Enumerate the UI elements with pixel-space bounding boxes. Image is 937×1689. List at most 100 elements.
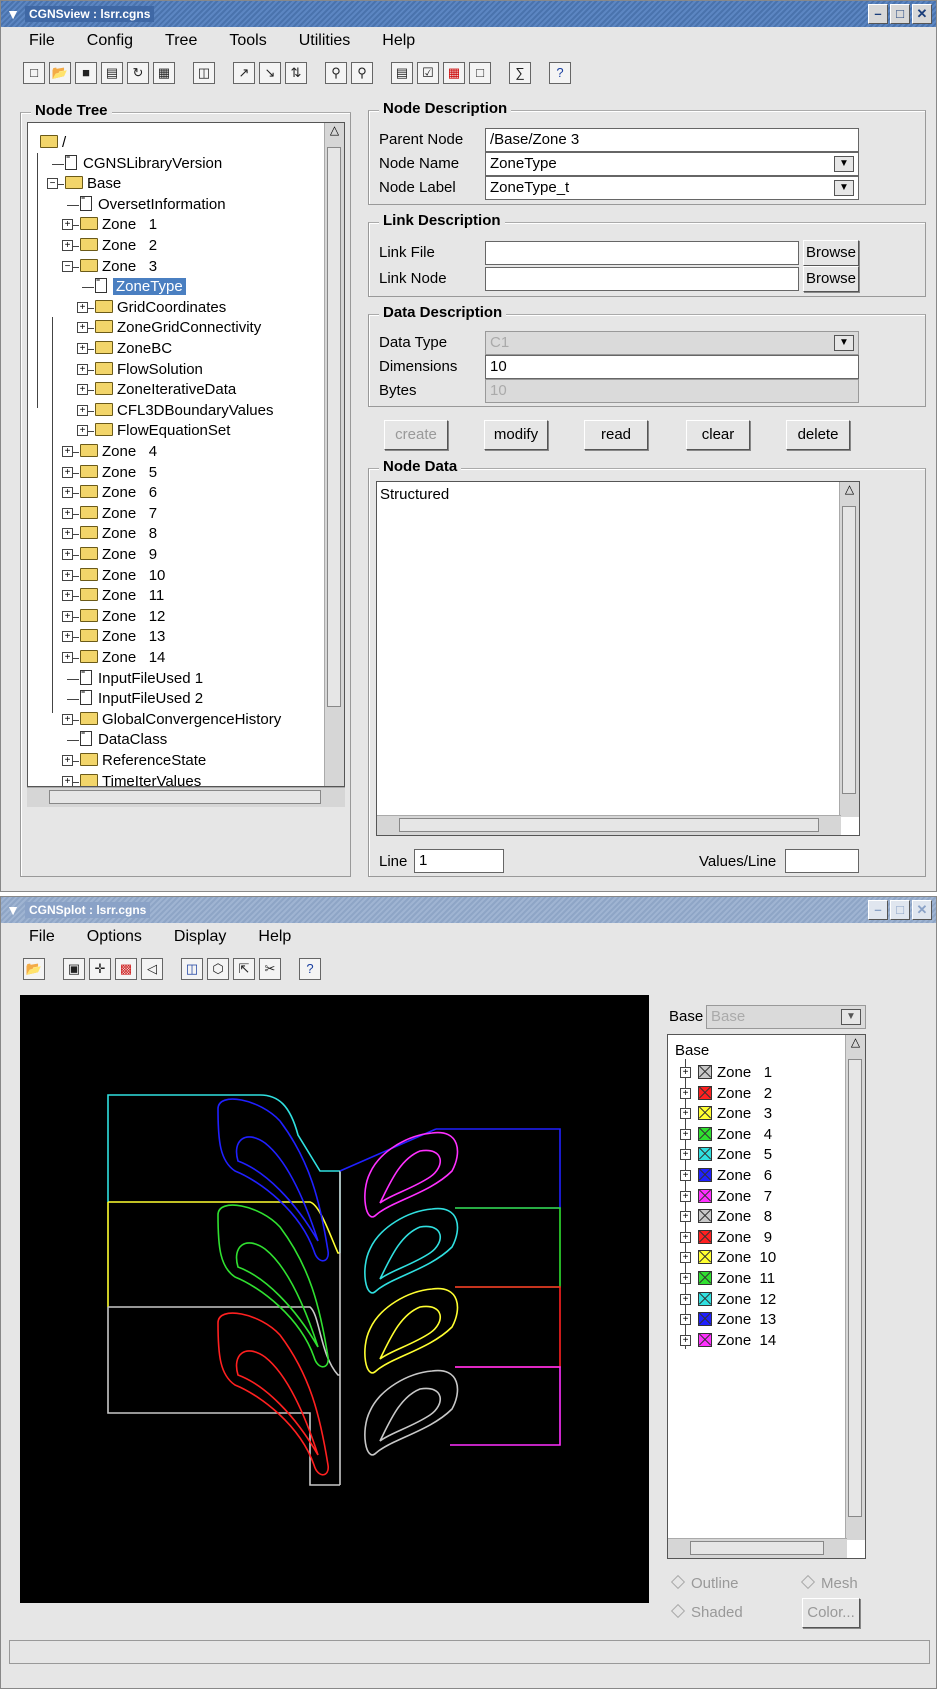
zone-color-swatch[interactable] — [698, 1106, 712, 1121]
zone-color-swatch[interactable] — [698, 1271, 712, 1285]
outline-radio[interactable]: Outline — [670, 1574, 739, 1592]
expand-icon[interactable]: + — [680, 1190, 691, 1202]
tree-node[interactable]: GlobalConvergenceHistory — [80, 710, 281, 730]
close-icon[interactable]: ✕ — [912, 900, 932, 920]
zone-tree-item[interactable]: Zone 6 — [698, 1166, 772, 1186]
collapse-icon[interactable]: − — [47, 178, 58, 190]
collapse-tree-icon[interactable]: ↘ — [259, 62, 281, 84]
cut-icon[interactable]: ✂ — [259, 958, 281, 980]
scroll-thumb[interactable] — [327, 147, 341, 707]
tree-node[interactable]: ZoneBC — [95, 339, 172, 359]
menu-tree[interactable]: Tree — [149, 32, 213, 50]
data-type-combo[interactable]: C1 ▼ — [485, 331, 859, 355]
values-per-line-field[interactable] — [785, 849, 859, 873]
tree-node[interactable]: FlowEquationSet — [95, 421, 230, 441]
save-as-icon[interactable]: ▤ — [101, 62, 123, 84]
expand-icon[interactable]: + — [680, 1087, 691, 1099]
close-icon[interactable]: ✕ — [912, 4, 932, 24]
color-button[interactable]: Color... — [802, 1598, 860, 1628]
node-tree-hscrollbar[interactable] — [27, 787, 345, 807]
shaded-radio[interactable]: Shaded — [670, 1603, 743, 1621]
expand-icon[interactable]: + — [62, 487, 73, 499]
expand-icon[interactable]: + — [62, 590, 73, 602]
zone-tree-item[interactable]: Zone 14 — [698, 1331, 776, 1351]
tree-node[interactable]: TimeIterValues — [80, 772, 201, 786]
expand-icon[interactable]: + — [680, 1108, 691, 1120]
copy-node-icon[interactable]: ▤ — [391, 62, 413, 84]
expand-icon[interactable]: + — [62, 652, 73, 663]
expand-icon[interactable]: + — [77, 363, 88, 375]
open-folder-icon[interactable]: 📂 — [23, 958, 45, 980]
zoom-box-icon[interactable]: ▣ — [63, 958, 85, 980]
expand-icon[interactable]: + — [62, 240, 73, 251]
expand-icon[interactable]: + — [680, 1314, 691, 1326]
maximize-icon[interactable]: □ — [890, 4, 910, 24]
node-view-icon[interactable]: ◫ — [193, 62, 215, 84]
expand-icon[interactable]: + — [77, 404, 88, 416]
perspective-icon[interactable]: ◁ — [141, 958, 163, 980]
expand-icon[interactable]: + — [77, 343, 88, 354]
tree-node[interactable]: Zone 8 — [80, 524, 157, 544]
delete-button[interactable]: delete — [786, 420, 850, 450]
new-file-icon[interactable]: □ — [23, 62, 45, 84]
zone-tree-item[interactable]: Zone 5 — [698, 1145, 772, 1165]
node-data-vscrollbar[interactable]: △ — [839, 482, 859, 817]
node-tree-vscrollbar[interactable]: △ — [324, 123, 344, 786]
tree-node[interactable]: FlowSolution — [95, 360, 203, 380]
tree-node-selected[interactable]: ≡ ZoneType — [95, 277, 186, 297]
expand-icon[interactable]: + — [77, 301, 88, 313]
link-node-field[interactable] — [485, 267, 799, 291]
zone-color-swatch[interactable] — [698, 1229, 712, 1244]
scroll-thumb[interactable] — [848, 1059, 862, 1517]
parent-node-field[interactable]: /Base/Zone 3 — [485, 128, 859, 152]
tree-node[interactable]: Zone 9 — [80, 545, 157, 565]
expand-icon[interactable]: + — [62, 569, 73, 581]
expand-icon[interactable]: + — [680, 1067, 691, 1078]
open-folder-icon[interactable]: 📂 — [49, 62, 71, 84]
grid-icon[interactable]: ▦ — [443, 62, 465, 84]
zone-tree-item[interactable]: Zone 9 — [698, 1228, 772, 1248]
cube-icon[interactable]: ⬡ — [207, 958, 229, 980]
zone-tree-item[interactable]: Zone 1 — [698, 1063, 772, 1083]
center-icon[interactable]: ✛ — [89, 958, 111, 980]
expand-icon[interactable]: + — [77, 425, 88, 437]
expand-icon[interactable]: + — [680, 1149, 691, 1161]
node-tree[interactable]: / ≡ CGNSLibraryVersion Base − ≡ OversetInforma… — [27, 122, 345, 787]
menu-utilities[interactable]: Utilities — [283, 32, 367, 50]
expand-icon[interactable]: + — [680, 1252, 691, 1264]
clear-button[interactable]: clear — [686, 420, 750, 450]
collapse-icon[interactable]: − — [62, 260, 73, 272]
expand-icon[interactable]: + — [680, 1231, 691, 1243]
expand-icon[interactable]: + — [62, 631, 73, 643]
zone-tree-root[interactable]: Base — [675, 1041, 709, 1061]
zone-tree-item[interactable]: Zone 2 — [698, 1084, 772, 1104]
link-node-browse-button[interactable]: Browse — [803, 266, 859, 292]
zone-color-swatch[interactable] — [698, 1065, 712, 1079]
tree-node[interactable]: Zone 12 — [80, 607, 165, 627]
chevron-down-icon[interactable]: ▼ — [834, 335, 854, 351]
expand-icon[interactable]: + — [62, 466, 73, 478]
zone-tree-hscrollbar[interactable] — [668, 1538, 847, 1558]
minimize-icon[interactable]: – — [868, 4, 888, 24]
reload-icon[interactable]: ↻ — [127, 62, 149, 84]
scroll-thumb[interactable] — [842, 506, 856, 794]
node-label-combo[interactable]: ZoneType_t ▼ — [485, 176, 859, 200]
help-icon[interactable]: ? — [299, 958, 321, 980]
zone-tree-item[interactable]: Zone 8 — [698, 1207, 772, 1227]
tree-node[interactable]: ReferenceState — [80, 751, 206, 771]
save-icon[interactable]: ■ — [75, 62, 97, 84]
scroll-up-icon[interactable]: △ — [840, 482, 859, 504]
scroll-up-icon[interactable]: △ — [325, 123, 344, 145]
expand-icon[interactable]: + — [680, 1170, 691, 1181]
chevron-down-icon[interactable]: ▼ — [834, 156, 854, 172]
zone-color-swatch[interactable] — [698, 1291, 712, 1306]
find-next-icon[interactable]: ⚲ — [351, 62, 373, 84]
tree-node[interactable]: CFL3DBoundaryValues — [95, 401, 273, 421]
zone-color-swatch[interactable] — [698, 1250, 712, 1265]
expand-icon[interactable]: + — [680, 1211, 691, 1223]
tree-node[interactable]: Zone 10 — [80, 566, 165, 586]
menu-help[interactable]: Help — [242, 928, 307, 946]
axes-icon[interactable]: ⇱ — [233, 958, 255, 980]
colors-icon[interactable]: ▩ — [115, 958, 137, 980]
check-icon[interactable]: ☑ — [417, 62, 439, 84]
